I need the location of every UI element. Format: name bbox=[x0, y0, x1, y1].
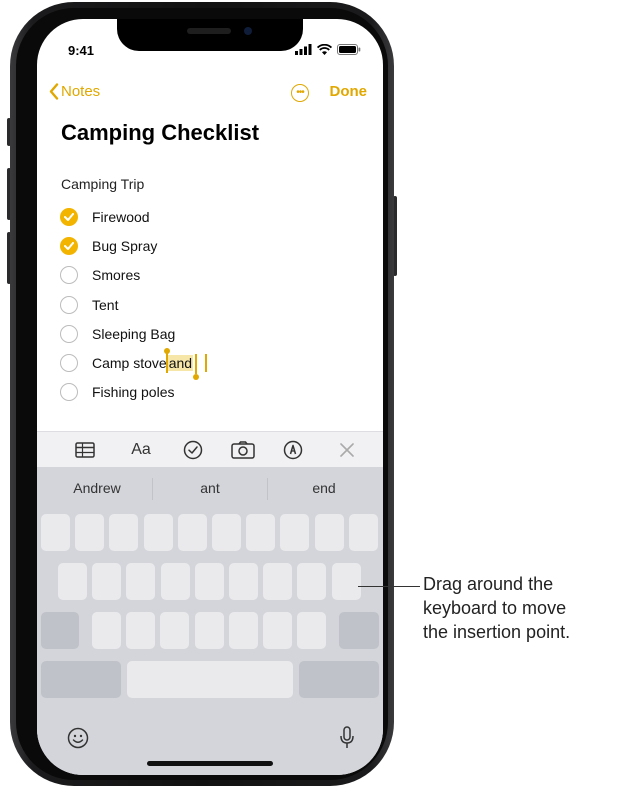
item-label: Firewood bbox=[92, 208, 150, 225]
checkbox-empty-icon[interactable] bbox=[60, 295, 78, 314]
keyboard-key[interactable] bbox=[41, 612, 79, 649]
section-heading[interactable]: Camping Trip bbox=[61, 176, 144, 192]
item-label: Sleeping Bag bbox=[92, 325, 176, 342]
keyboard-key[interactable] bbox=[229, 563, 258, 600]
more-options-icon[interactable]: ••• bbox=[291, 84, 309, 102]
notch bbox=[117, 19, 303, 51]
item-label: Tent bbox=[92, 296, 119, 313]
predictive-bar: Andrew ant end bbox=[37, 467, 383, 509]
text-format-icon[interactable]: Aa bbox=[127, 438, 155, 462]
keyboard-key[interactable] bbox=[299, 661, 379, 698]
keyboard-key[interactable] bbox=[212, 514, 241, 551]
keyboard-key[interactable] bbox=[194, 612, 224, 649]
keyboard-key[interactable] bbox=[297, 563, 327, 600]
checklist-item[interactable]: Sleeping Bag bbox=[60, 319, 207, 348]
checkbox-checked-icon[interactable] bbox=[60, 207, 78, 226]
keyboard-key[interactable] bbox=[331, 563, 361, 600]
item-label: Smores bbox=[92, 267, 141, 284]
keyboard-key[interactable] bbox=[109, 514, 139, 551]
navigation-bar: Notes ••• Done bbox=[37, 83, 383, 109]
status-time: 9:41 bbox=[68, 43, 95, 58]
wifi-icon bbox=[317, 44, 332, 55]
keyboard-key[interactable] bbox=[263, 612, 292, 649]
checkbox-empty-icon[interactable] bbox=[60, 354, 78, 373]
keyboard-key[interactable] bbox=[127, 661, 293, 698]
keyboard-key[interactable] bbox=[177, 514, 207, 551]
done-button[interactable]: Done bbox=[330, 83, 368, 100]
text-selection[interactable]: and bbox=[163, 348, 200, 381]
back-label: Notes bbox=[61, 83, 101, 100]
keyboard-key[interactable] bbox=[246, 514, 276, 551]
item-label: Camp stove bbox=[92, 355, 167, 372]
markup-icon[interactable] bbox=[281, 438, 305, 462]
keyboard-key[interactable] bbox=[314, 514, 344, 551]
home-indicator bbox=[147, 761, 273, 766]
keyboard-key[interactable] bbox=[41, 514, 70, 551]
close-icon[interactable] bbox=[335, 438, 359, 462]
keyboard-key[interactable] bbox=[228, 612, 258, 649]
keyboard-key[interactable] bbox=[160, 563, 190, 600]
camera-icon[interactable] bbox=[229, 438, 257, 462]
callout-line-2: keyboard to move bbox=[423, 598, 567, 618]
keyboard-key[interactable] bbox=[92, 563, 122, 600]
keyboard-key[interactable] bbox=[194, 563, 224, 600]
checkbox-empty-icon[interactable] bbox=[60, 324, 78, 343]
screen: 9:41 Notes ••• Done Camping Checklist Ca… bbox=[37, 19, 383, 775]
prediction-3[interactable]: end bbox=[269, 480, 379, 496]
keyboard-key[interactable] bbox=[75, 514, 105, 551]
prediction-divider bbox=[267, 478, 268, 500]
table-icon[interactable] bbox=[73, 438, 97, 462]
signal-icon bbox=[295, 44, 312, 55]
keyboard-key[interactable] bbox=[348, 514, 378, 551]
checklist-icon[interactable] bbox=[181, 438, 205, 462]
battery-icon bbox=[337, 44, 361, 55]
prediction-2[interactable]: ant bbox=[155, 480, 265, 496]
checkbox-empty-icon[interactable] bbox=[60, 266, 78, 285]
iphone-frame: 9:41 Notes ••• Done Camping Checklist Ca… bbox=[10, 2, 394, 786]
status-icons bbox=[295, 44, 361, 55]
insertion-point-cursor bbox=[205, 354, 208, 373]
item-label: Bug Spray bbox=[92, 237, 158, 254]
selection-start-handle[interactable] bbox=[165, 353, 168, 374]
keyboard-key[interactable] bbox=[160, 612, 190, 649]
keyboard-key[interactable] bbox=[297, 612, 327, 649]
checkbox-checked-icon[interactable] bbox=[60, 236, 78, 255]
keyboard-key[interactable] bbox=[58, 563, 87, 600]
keyboard[interactable]: Andrew ant end bbox=[37, 467, 383, 775]
keyboard-key[interactable] bbox=[263, 563, 293, 600]
prediction-1[interactable]: Andrew bbox=[42, 480, 152, 496]
checklist-item[interactable]: Fishing poles bbox=[60, 378, 207, 407]
back-button[interactable]: Notes bbox=[49, 83, 100, 100]
checklist-item[interactable]: Camp stove and bbox=[60, 348, 208, 381]
emoji-icon[interactable] bbox=[67, 727, 89, 754]
keyboard-key[interactable] bbox=[126, 563, 156, 600]
format-toolbar: Aa bbox=[37, 431, 383, 468]
selection-start-grabber[interactable] bbox=[163, 348, 170, 355]
checkbox-empty-icon[interactable] bbox=[60, 383, 78, 402]
microphone-icon[interactable] bbox=[339, 726, 355, 755]
keyboard-key[interactable] bbox=[92, 612, 121, 649]
keyboard-key[interactable] bbox=[339, 612, 379, 649]
callout-line bbox=[358, 586, 420, 587]
chevron-left-icon bbox=[49, 83, 59, 100]
keyboard-key[interactable] bbox=[143, 514, 173, 551]
checklist-item[interactable]: Bug Spray bbox=[60, 231, 207, 260]
keyboard-key[interactable] bbox=[280, 514, 310, 551]
item-label: Fishing poles bbox=[92, 384, 175, 401]
callout-line-3: the insertion point. bbox=[423, 622, 571, 642]
checklist-item[interactable]: Tent bbox=[60, 290, 207, 319]
checklist: Firewood Bug Spray Smores Tent Sleeping … bbox=[60, 202, 208, 407]
callout-text: Drag around the keyboard to move the ins… bbox=[423, 572, 570, 644]
callout-line-1: Drag around the bbox=[423, 574, 554, 594]
selected-word: and bbox=[168, 355, 193, 372]
keyboard-key[interactable] bbox=[41, 661, 121, 698]
checklist-item[interactable]: Smores bbox=[60, 261, 207, 290]
prediction-divider bbox=[152, 478, 153, 500]
checklist-item[interactable]: Firewood bbox=[60, 202, 207, 231]
keyboard-key[interactable] bbox=[126, 612, 156, 649]
selection-end-handle[interactable] bbox=[195, 354, 198, 375]
note-title[interactable]: Camping Checklist bbox=[61, 120, 259, 146]
